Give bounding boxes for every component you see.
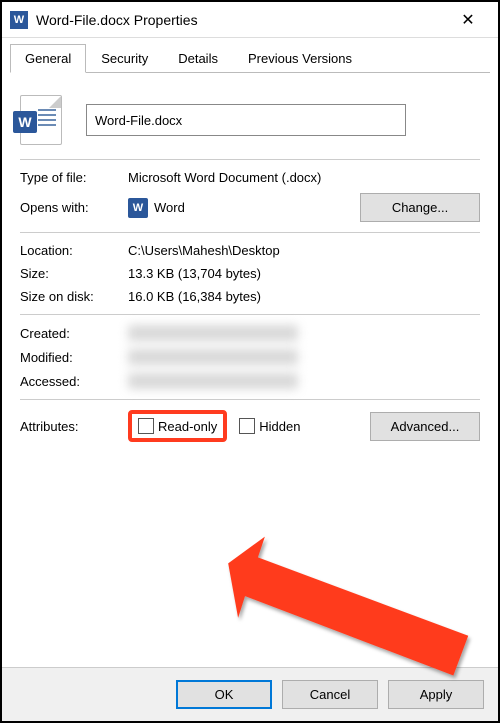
advanced-button[interactable]: Advanced... bbox=[370, 412, 480, 441]
label-modified: Modified: bbox=[20, 350, 128, 365]
hidden-label: Hidden bbox=[259, 419, 300, 434]
value-opens-with: Word bbox=[154, 200, 185, 215]
tab-details[interactable]: Details bbox=[163, 44, 233, 73]
separator bbox=[20, 232, 480, 233]
document-icon: W bbox=[20, 95, 62, 145]
word-file-icon bbox=[10, 11, 28, 29]
label-type: Type of file: bbox=[20, 170, 128, 185]
value-type: Microsoft Word Document (.docx) bbox=[128, 170, 480, 185]
value-size-on-disk: 16.0 KB (16,384 bytes) bbox=[128, 289, 480, 304]
tab-content: W Type of file: Microsoft Word Document … bbox=[2, 73, 498, 667]
hidden-checkbox[interactable] bbox=[239, 418, 255, 434]
ok-button[interactable]: OK bbox=[176, 680, 272, 709]
dialog-button-bar: OK Cancel Apply bbox=[2, 667, 498, 721]
label-size: Size: bbox=[20, 266, 128, 281]
value-accessed-redacted bbox=[128, 373, 298, 389]
label-location: Location: bbox=[20, 243, 128, 258]
label-opens-with: Opens with: bbox=[20, 200, 128, 215]
readonly-label: Read-only bbox=[158, 419, 217, 434]
value-modified-redacted bbox=[128, 349, 298, 365]
apply-button[interactable]: Apply bbox=[388, 680, 484, 709]
titlebar: Word-File.docx Properties ✕ bbox=[2, 2, 498, 38]
label-accessed: Accessed: bbox=[20, 374, 128, 389]
separator bbox=[20, 314, 480, 315]
filename-input[interactable] bbox=[86, 104, 406, 136]
value-created-redacted bbox=[128, 325, 298, 341]
word-app-icon: W bbox=[128, 198, 148, 218]
tab-general[interactable]: General bbox=[10, 44, 86, 73]
label-created: Created: bbox=[20, 326, 128, 341]
separator bbox=[20, 159, 480, 160]
value-location: C:\Users\Mahesh\Desktop bbox=[128, 243, 480, 258]
annotation-highlight: Read-only bbox=[128, 410, 227, 442]
properties-dialog: Word-File.docx Properties ✕ General Secu… bbox=[0, 0, 500, 723]
separator bbox=[20, 399, 480, 400]
close-button[interactable]: ✕ bbox=[446, 5, 490, 35]
value-size: 13.3 KB (13,704 bytes) bbox=[128, 266, 480, 281]
tab-previous-versions[interactable]: Previous Versions bbox=[233, 44, 367, 73]
window-title: Word-File.docx Properties bbox=[36, 12, 446, 28]
label-attributes: Attributes: bbox=[20, 419, 128, 434]
cancel-button[interactable]: Cancel bbox=[282, 680, 378, 709]
readonly-checkbox[interactable] bbox=[138, 418, 154, 434]
label-size-on-disk: Size on disk: bbox=[20, 289, 128, 304]
tab-strip: General Security Details Previous Versio… bbox=[2, 40, 498, 73]
tab-security[interactable]: Security bbox=[86, 44, 163, 73]
change-button[interactable]: Change... bbox=[360, 193, 480, 222]
